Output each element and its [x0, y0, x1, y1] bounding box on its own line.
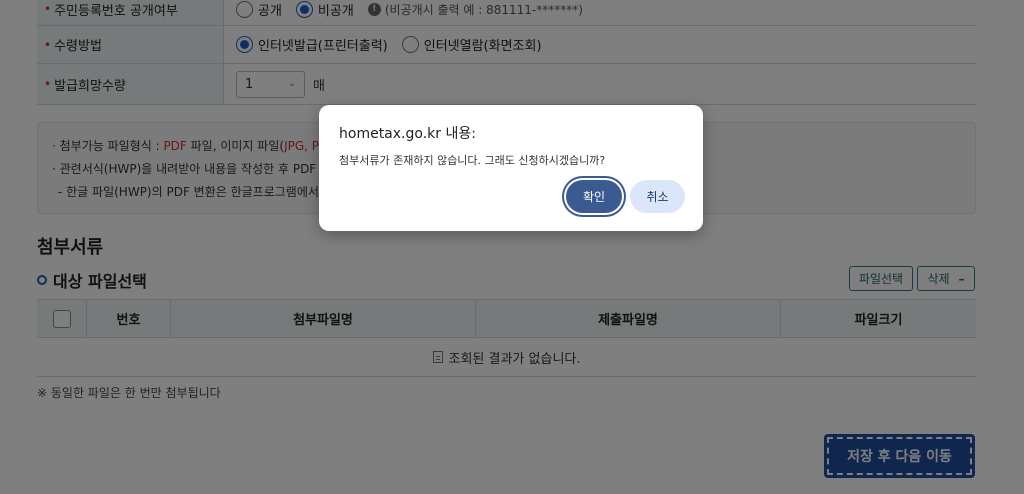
- cancel-button[interactable]: 취소: [630, 180, 685, 213]
- dialog-buttons: 확인 취소: [566, 180, 685, 213]
- confirm-dialog: hometax.go.kr 내용: 첨부서류가 존재하지 않습니다. 그래도 신…: [319, 105, 703, 231]
- dialog-message: 첨부서류가 존재하지 않습니다. 그래도 신청하시겠습니까?: [339, 154, 606, 167]
- modal-overlay: [0, 0, 1024, 494]
- dialog-title: hometax.go.kr 내용:: [339, 126, 476, 142]
- ok-button[interactable]: 확인: [566, 180, 622, 213]
